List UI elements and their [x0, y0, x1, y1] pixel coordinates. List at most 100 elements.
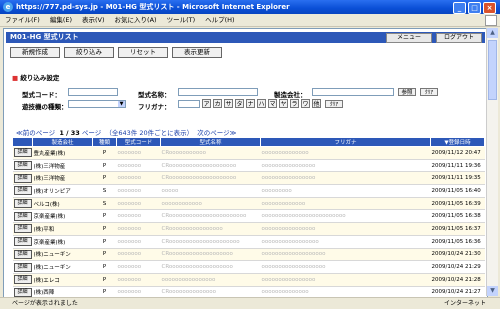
kana-ma-button[interactable]: マ [268, 99, 277, 108]
date-column-header[interactable]: ▼登録日時 [430, 137, 485, 147]
furigana-input[interactable] [178, 100, 200, 108]
type-name-label: 型式名称： [138, 91, 171, 99]
maximize-button[interactable]: □ [468, 2, 481, 14]
maker-cell: (株)三洋物産 [32, 159, 93, 173]
detail-cell: 詳細 [12, 222, 33, 236]
status-text: ページが表示されました [12, 300, 78, 307]
furigana-column-header[interactable]: フリガナ [260, 137, 431, 147]
windows-flag-icon [485, 15, 497, 26]
maker-cell: 京楽産業(株) [32, 235, 93, 249]
furigana-cell: ooooooooooooo [260, 197, 431, 211]
status-bar: ページが表示されました インターネット [0, 297, 500, 309]
next-page-link[interactable]: 次のページ≫ [197, 129, 236, 137]
table-row: 詳細 (株)オリンピア Sooooooo ooooo ooooooooo 2009/11/… [12, 184, 485, 198]
furigana-cell: ooooooooo [260, 184, 431, 198]
kind-column-header[interactable]: 種類 [92, 137, 117, 147]
detail-button[interactable]: 詳細 [13, 211, 32, 221]
date-cell: 2009/10/24 21:29 [430, 260, 485, 274]
table-row: 詳細 (株)三洋物産 Pooooooo CRoooooooooooooooooooo o… [12, 159, 485, 173]
menu-favorites[interactable]: お気に入り(A) [110, 14, 162, 26]
maker-input[interactable] [312, 88, 394, 96]
name-cell: CRooooooooooooooooooo [160, 248, 261, 262]
furigana-cell: ooooooooooooooooooo [260, 260, 431, 274]
detail-button[interactable]: 詳細 [13, 186, 32, 196]
maker-clear-button[interactable]: ｸﾘｱ [420, 88, 438, 96]
detail-cell: 詳細 [12, 184, 33, 198]
name-column-header[interactable]: 型式名称 [160, 137, 261, 147]
maker-cell: ベルコ(株) [32, 197, 93, 211]
prev-page-link[interactable]: ≪前のページ [16, 129, 55, 137]
name-cell: oooooooooooooooo [160, 273, 261, 287]
date-cell: 2009/11/05 16:39 [430, 197, 485, 211]
furigana-clear-button[interactable]: ｸﾘｱ [325, 100, 343, 108]
reset-button[interactable]: リセット [118, 47, 168, 58]
menu-bar: ファイル(F) 編集(E) 表示(V) お気に入り(A) ツール(T) ヘルプ(H) [0, 14, 500, 27]
maker-ref-button[interactable]: 参照 [398, 88, 416, 96]
furigana-cell: oooooooooooooooo [260, 273, 431, 287]
kind-cell: P [92, 235, 117, 249]
kana-other-button[interactable]: 他 [312, 99, 321, 108]
type-name-input[interactable] [178, 88, 258, 96]
kana-ra-button[interactable]: ラ [290, 99, 299, 108]
maker-cell: (株)平和 [32, 222, 93, 236]
kind-cell: P [92, 171, 117, 186]
close-button[interactable]: × [483, 2, 496, 14]
refresh-button[interactable]: 表示更新 [172, 47, 222, 58]
ie-logo-icon: e [3, 2, 13, 12]
kana-a-button[interactable]: ア [202, 99, 211, 108]
detail-button[interactable]: 詳細 [13, 199, 32, 209]
kana-ya-button[interactable]: ヤ [279, 99, 288, 108]
table-body: 詳細 豊丸産業(株) Pooooooo CRooooooooooo oooooooooo… [12, 146, 485, 297]
scroll-down-icon[interactable]: ▼ [487, 286, 498, 296]
filter-button[interactable]: 絞り込み [64, 47, 114, 58]
detail-button[interactable]: 詳細 [13, 161, 32, 171]
scroll-thumb[interactable] [488, 40, 497, 100]
kana-wa-button[interactable]: ワ [301, 99, 310, 108]
date-cell: 2009/11/05 16:37 [430, 222, 485, 236]
maker-cell: (株)エレコ [32, 273, 93, 287]
date-cell: 2009/10/24 21:28 [430, 273, 485, 287]
menu-button[interactable]: メニュー [386, 33, 432, 43]
detail-button[interactable]: 詳細 [13, 249, 32, 259]
detail-button[interactable]: 詳細 [13, 224, 32, 234]
date-cell: 2009/11/05 16:36 [430, 235, 485, 249]
pager: ≪前のページ 1 / 33 ページ （全643件 20件ごとに表示） 次のページ… [16, 127, 236, 137]
code-column-header[interactable]: 型式コード [116, 137, 161, 147]
detail-cell: 詳細 [12, 235, 33, 249]
kana-ha-button[interactable]: ハ [257, 99, 266, 108]
logout-button[interactable]: ログアウト [436, 33, 482, 43]
kana-sa-button[interactable]: サ [224, 99, 233, 108]
maker-column-header[interactable]: 製造会社 [32, 137, 93, 147]
table-header-row: 製造会社 種類 型式コード 型式名称 フリガナ ▼登録日時 [12, 137, 485, 147]
detail-button[interactable]: 詳細 [13, 173, 32, 183]
detail-button[interactable]: 詳細 [13, 262, 32, 272]
detail-button[interactable]: 詳細 [13, 237, 32, 247]
menu-help[interactable]: ヘルプ(H) [200, 14, 239, 26]
detail-button[interactable]: 詳細 [13, 287, 32, 297]
menu-edit[interactable]: 編集(E) [45, 14, 77, 26]
minimize-button[interactable]: _ [453, 2, 466, 14]
date-cell: 2009/11/12 20:47 [430, 146, 485, 160]
code-cell: ooooooo [116, 184, 161, 198]
kind-cell: S [92, 197, 117, 211]
kana-ta-button[interactable]: タ [235, 99, 244, 108]
furigana-cell: oooooooooooooo [260, 146, 431, 160]
menu-view[interactable]: 表示(V) [77, 14, 110, 26]
code-cell: ooooooo [116, 197, 161, 211]
type-code-input[interactable] [68, 88, 118, 96]
table-row: 詳細 豊丸産業(株) Pooooooo CRooooooooooo oooooooooo… [12, 146, 485, 160]
name-cell: CRoooooooooooooooooooo [160, 171, 261, 186]
vertical-scrollbar[interactable]: ▲ ▼ [486, 28, 498, 296]
detail-button[interactable]: 詳細 [13, 275, 32, 285]
kana-ka-button[interactable]: カ [213, 99, 222, 108]
new-button[interactable]: 新規作成 [10, 47, 60, 58]
maker-cell: (株)ニューギン [32, 260, 93, 274]
date-cell: 2009/11/05 16:40 [430, 184, 485, 198]
menu-tools[interactable]: ツール(T) [162, 14, 201, 26]
kana-na-button[interactable]: ナ [246, 99, 255, 108]
kind-select[interactable] [68, 100, 126, 108]
scroll-up-icon[interactable]: ▲ [487, 28, 498, 38]
menu-file[interactable]: ファイル(F) [0, 14, 45, 26]
detail-button[interactable]: 詳細 [13, 148, 32, 158]
date-cell: 2009/11/11 19:36 [430, 159, 485, 173]
